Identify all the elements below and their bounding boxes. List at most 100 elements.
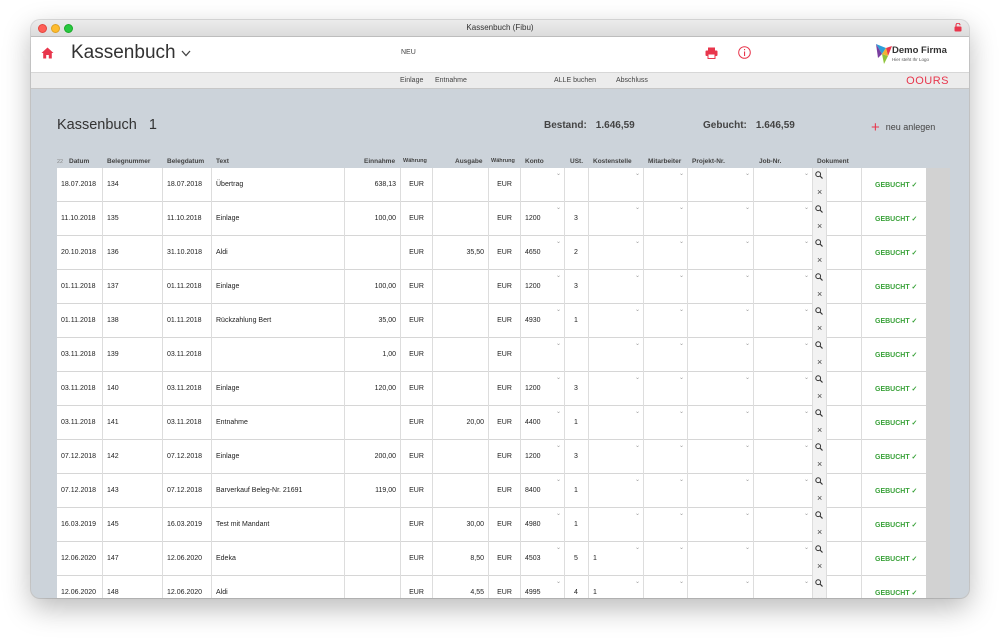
cell-ausgabe[interactable] — [433, 440, 489, 474]
dropdown-chevron-icon[interactable]: ⌄ — [804, 442, 809, 449]
cell-job-nr[interactable]: ⌄ — [754, 270, 813, 304]
cell-projekt-nr[interactable]: ⌄ — [688, 372, 754, 406]
table-row[interactable]: 20.10.2018 136 31.10.2018 Aldi EUR 35,50 EUR 46… — [57, 236, 950, 270]
dropdown-chevron-icon[interactable]: ⌄ — [679, 272, 684, 279]
col-konto[interactable]: Konto — [525, 158, 544, 165]
table-row[interactable]: 18.07.2018 134 18.07.2018 Übertrag 638,13 EUR… — [57, 168, 950, 202]
dropdown-chevron-icon[interactable]: ⌄ — [745, 374, 750, 381]
cell-datum[interactable]: 07.12.2018 — [57, 440, 103, 474]
cell-belegdatum[interactable]: 03.11.2018 — [163, 372, 212, 406]
cell-projekt-nr[interactable]: ⌄ — [688, 168, 754, 202]
dropdown-chevron-icon[interactable]: ⌄ — [679, 306, 684, 313]
cell-einnahme[interactable]: 100,00 — [345, 202, 401, 236]
cell-belegdatum[interactable]: 01.11.2018 — [163, 304, 212, 338]
cell-waehrung-1[interactable]: EUR — [401, 542, 433, 576]
cell-ausgabe[interactable]: 35,50 — [433, 236, 489, 270]
row-action-handle[interactable] — [926, 270, 950, 304]
dropdown-chevron-icon[interactable]: ⌄ — [635, 476, 640, 483]
cell-document-preview[interactable] — [827, 508, 862, 542]
cell-text[interactable]: Edeka — [212, 542, 345, 576]
dropdown-chevron-icon[interactable]: ⌄ — [745, 476, 750, 483]
cell-waehrung-2[interactable]: EUR — [489, 542, 521, 576]
dropdown-chevron-icon[interactable]: ⌄ — [679, 340, 684, 347]
dropdown-chevron-icon[interactable]: ⌄ — [679, 510, 684, 517]
cell-text[interactable]: Barverkauf Beleg-Nr. 21691 — [212, 474, 345, 508]
cell-waehrung-2[interactable]: EUR — [489, 236, 521, 270]
dropdown-chevron-icon[interactable]: ⌄ — [635, 306, 640, 313]
dropdown-chevron-icon[interactable]: ⌄ — [804, 170, 809, 177]
toolbar-einlage[interactable]: Einlage — [400, 77, 423, 84]
cell-datum[interactable]: 16.03.2019 — [57, 508, 103, 542]
cell-waehrung-1[interactable]: EUR — [401, 474, 433, 508]
cell-mitarbeiter[interactable]: ⌄ — [644, 576, 688, 598]
cell-ausgabe[interactable] — [433, 202, 489, 236]
cell-konto[interactable]: 8400 ⌄ — [521, 474, 565, 508]
cell-waehrung-1[interactable]: EUR — [401, 202, 433, 236]
cell-mitarbeiter[interactable]: ⌄ — [644, 236, 688, 270]
cell-konto[interactable]: 4400 ⌄ — [521, 406, 565, 440]
cell-job-nr[interactable]: ⌄ — [754, 236, 813, 270]
row-action-handle[interactable] — [926, 304, 950, 338]
cell-datum[interactable]: 07.12.2018 — [57, 474, 103, 508]
search-icon[interactable] — [815, 307, 823, 315]
dropdown-chevron-icon[interactable]: ⌄ — [745, 272, 750, 279]
home-icon[interactable] — [41, 47, 54, 59]
cell-kostenstelle[interactable]: ⌄ — [589, 474, 644, 508]
cell-datum[interactable]: 20.10.2018 — [57, 236, 103, 270]
dropdown-chevron-icon[interactable]: ⌄ — [635, 578, 640, 585]
cell-einnahme[interactable]: 119,00 — [345, 474, 401, 508]
cell-waehrung-2[interactable]: EUR — [489, 338, 521, 372]
col-ust[interactable]: USt. — [570, 158, 583, 165]
dropdown-chevron-icon[interactable]: ⌄ — [804, 340, 809, 347]
cell-ust[interactable]: 3 — [565, 440, 589, 474]
cell-einnahme[interactable]: 35,00 — [345, 304, 401, 338]
cell-kostenstelle[interactable]: ⌄ — [589, 508, 644, 542]
table-row[interactable]: 12.06.2020 148 12.06.2020 Aldi EUR 4,55 EUR 499… — [57, 576, 950, 598]
cell-projekt-nr[interactable]: ⌄ — [688, 270, 754, 304]
cell-projekt-nr[interactable]: ⌄ — [688, 202, 754, 236]
cell-waehrung-1[interactable]: EUR — [401, 406, 433, 440]
printer-icon[interactable] — [705, 47, 718, 59]
dropdown-chevron-icon[interactable]: ⌄ — [804, 510, 809, 517]
cell-kostenstelle[interactable]: ⌄ — [589, 270, 644, 304]
dropdown-chevron-icon[interactable]: ⌄ — [804, 476, 809, 483]
cell-belegnummer[interactable]: 138 — [103, 304, 163, 338]
dropdown-chevron-icon[interactable]: ⌄ — [679, 578, 684, 585]
row-action-handle[interactable] — [926, 168, 950, 202]
cell-belegnummer[interactable]: 139 — [103, 338, 163, 372]
dropdown-chevron-icon[interactable]: ⌄ — [679, 544, 684, 551]
cell-ust[interactable]: 1 — [565, 474, 589, 508]
row-action-handle[interactable] — [926, 202, 950, 236]
toolbar-entnahme[interactable]: Entnahme — [435, 77, 467, 84]
cell-projekt-nr[interactable]: ⌄ — [688, 508, 754, 542]
cell-belegnummer[interactable]: 135 — [103, 202, 163, 236]
dropdown-chevron-icon[interactable]: ⌄ — [804, 408, 809, 415]
remove-document-icon[interactable]: × — [817, 459, 822, 469]
cell-ust[interactable] — [565, 168, 589, 202]
cell-belegdatum[interactable]: 03.11.2018 — [163, 406, 212, 440]
row-action-handle[interactable] — [926, 372, 950, 406]
cell-ust[interactable]: 3 — [565, 372, 589, 406]
col-job-nr[interactable]: Job-Nr. — [759, 158, 781, 165]
cell-kostenstelle[interactable]: ⌄ — [589, 406, 644, 440]
cell-waehrung-1[interactable]: EUR — [401, 304, 433, 338]
cell-projekt-nr[interactable]: ⌄ — [688, 576, 754, 598]
cell-konto[interactable]: 4503 ⌄ — [521, 542, 565, 576]
cell-projekt-nr[interactable]: ⌄ — [688, 338, 754, 372]
dropdown-chevron-icon[interactable]: ⌄ — [679, 204, 684, 211]
cell-text[interactable]: Rückzahlung Bert — [212, 304, 345, 338]
cell-job-nr[interactable]: ⌄ — [754, 202, 813, 236]
cell-belegnummer[interactable]: 145 — [103, 508, 163, 542]
cell-einnahme[interactable]: 100,00 — [345, 270, 401, 304]
cell-belegdatum[interactable]: 12.06.2020 — [163, 576, 212, 598]
cell-kostenstelle[interactable]: ⌄ — [589, 236, 644, 270]
search-icon[interactable] — [815, 273, 823, 281]
row-action-handle[interactable] — [926, 440, 950, 474]
search-icon[interactable] — [815, 579, 823, 587]
remove-document-icon[interactable]: × — [817, 391, 822, 401]
cell-datum[interactable]: 03.11.2018 — [57, 406, 103, 440]
cell-mitarbeiter[interactable]: ⌄ — [644, 168, 688, 202]
cell-konto[interactable]: 4930 ⌄ — [521, 304, 565, 338]
cell-waehrung-2[interactable]: EUR — [489, 474, 521, 508]
cell-mitarbeiter[interactable]: ⌄ — [644, 304, 688, 338]
